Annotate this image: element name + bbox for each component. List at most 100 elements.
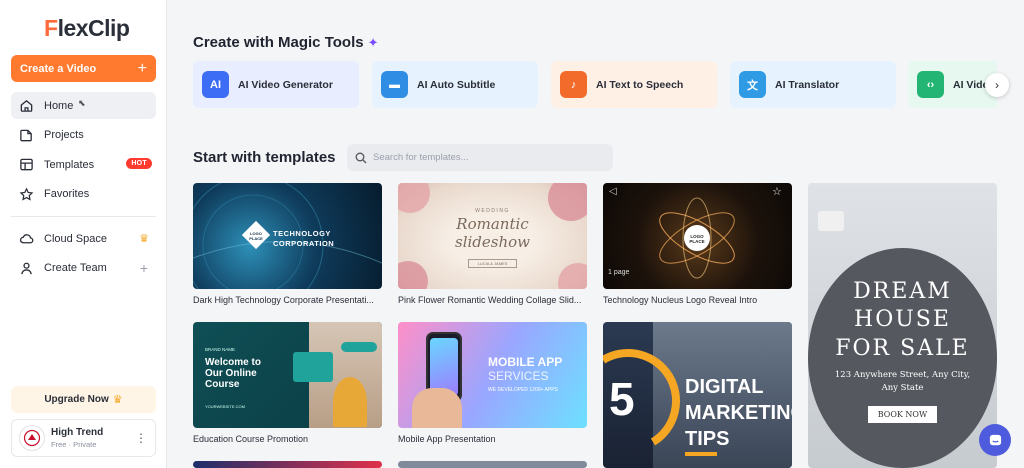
avatar bbox=[19, 425, 45, 451]
cloud-icon bbox=[18, 231, 34, 247]
tool-label: AI Text to Speech bbox=[596, 78, 684, 91]
overlay-line: BRAND NAME bbox=[205, 347, 236, 352]
favorite-star-icon[interactable]: ☆ bbox=[772, 185, 782, 198]
overlay-line: SERVICES bbox=[488, 369, 549, 383]
speech-icon: ♪ bbox=[560, 71, 587, 98]
book-graphic bbox=[293, 352, 333, 382]
template-card-digital-marketing[interactable]: 5 DIGITAL MARKETING TIPS bbox=[603, 322, 792, 468]
tool-ai-video-generator[interactable]: AI AI Video Generator bbox=[193, 61, 359, 108]
user-plan: Free · Private bbox=[51, 440, 97, 449]
template-card-dream-house[interactable]: DREAM HOUSE FOR SALE 123 Anywhere Street… bbox=[808, 183, 997, 468]
upgrade-now-button[interactable]: Upgrade Now ♛ bbox=[11, 386, 156, 413]
secondary-nav: Cloud Space ♛ Create Team + bbox=[11, 225, 156, 284]
overlay-line: CORPORATION bbox=[273, 239, 335, 248]
template-card-tech-corporate[interactable]: LOGO PLACE TECHNOLOGY CORPORATION bbox=[193, 183, 382, 289]
create-video-button[interactable]: Create a Video + bbox=[11, 55, 156, 82]
hot-badge: HOT bbox=[126, 158, 152, 169]
tool-label: AI Video Generator bbox=[238, 78, 333, 91]
sidebar-item-label: Templates bbox=[44, 158, 95, 171]
flexclip-logo[interactable]: FlexClip bbox=[44, 15, 130, 42]
overlay-line: TECHNOLOGY bbox=[273, 229, 331, 238]
overlay-address: 123 Anywhere Street, Any City, Any State bbox=[834, 370, 971, 393]
star-icon bbox=[18, 186, 34, 202]
home-icon bbox=[18, 98, 34, 114]
plus-icon: + bbox=[137, 59, 147, 77]
template-caption[interactable]: Technology Nucleus Logo Reveal Intro bbox=[603, 295, 792, 305]
tool-ai-auto-subtitle[interactable]: ▬ AI Auto Subtitle bbox=[372, 61, 538, 108]
lamp-decoration bbox=[818, 211, 844, 231]
logo-text: lexClip bbox=[57, 15, 130, 41]
overlay-line: LUCIA & JAMES bbox=[468, 259, 517, 268]
sidebar-item-projects[interactable]: Projects bbox=[11, 122, 156, 149]
plus-icon[interactable]: + bbox=[140, 260, 148, 276]
user-info: High Trend Free · Private bbox=[51, 427, 103, 449]
tool-ai-video-partial[interactable]: ‹› AI Vide bbox=[908, 61, 997, 108]
overlay-line: Course bbox=[205, 379, 240, 390]
tool-label: AI Vide bbox=[953, 78, 989, 91]
template-caption[interactable]: Mobile App Presentation bbox=[398, 434, 587, 444]
tool-ai-translator[interactable]: 文 AI Translator bbox=[730, 61, 896, 108]
search-input[interactable] bbox=[373, 152, 603, 163]
volume-icon[interactable]: ◁ bbox=[609, 186, 617, 197]
crown-icon: ♛ bbox=[139, 233, 149, 245]
tool-ai-text-to-speech[interactable]: ♪ AI Text to Speech bbox=[551, 61, 717, 108]
sidebar-item-cloud-space[interactable]: Cloud Space ♛ bbox=[11, 225, 156, 252]
sidebar-item-favorites[interactable]: Favorites bbox=[11, 181, 156, 208]
sidebar-item-label: Projects bbox=[44, 129, 84, 141]
cursor-pointer-icon: ⬉ bbox=[78, 98, 86, 108]
overlay-line: slideshow bbox=[455, 233, 530, 251]
user-account-card[interactable]: High Trend Free · Private ⋮ bbox=[11, 419, 156, 457]
team-icon bbox=[18, 260, 34, 276]
sidebar-divider bbox=[11, 216, 156, 217]
sidebar-item-label: Cloud Space bbox=[44, 232, 107, 245]
template-card-mobile-app[interactable]: MOBILE APP SERVICES WE DEVELOPED 1200+ A… bbox=[398, 322, 587, 428]
template-card-partial[interactable] bbox=[398, 461, 587, 468]
magic-wand-icon: ✦ bbox=[367, 35, 379, 50]
template-search[interactable] bbox=[347, 144, 613, 171]
templates-icon bbox=[18, 157, 34, 173]
subtitle-icon: ▬ bbox=[381, 71, 408, 98]
translate-icon: 文 bbox=[739, 71, 766, 98]
magic-tools-title: Create with Magic Tools ✦ bbox=[193, 34, 379, 51]
more-options-icon[interactable]: ⋮ bbox=[135, 431, 147, 445]
magic-tools-title-text: Create with Magic Tools bbox=[193, 34, 364, 51]
template-card-partial[interactable] bbox=[193, 461, 382, 468]
template-caption[interactable]: Pink Flower Romantic Wedding Collage Sli… bbox=[398, 295, 587, 305]
tool-label: AI Translator bbox=[775, 78, 840, 91]
template-card-wedding[interactable]: WEDDING Romantic slideshow LUCIA & JAMES bbox=[398, 183, 587, 289]
overlay-line: Romantic bbox=[456, 215, 529, 233]
code-icon: ‹› bbox=[917, 71, 944, 98]
templates-title: Start with templates bbox=[193, 149, 336, 166]
template-caption[interactable]: Dark High Technology Corporate Presentat… bbox=[193, 295, 382, 305]
logo-letter: F bbox=[44, 15, 58, 41]
sidebar-item-templates[interactable]: Templates HOT bbox=[11, 151, 156, 178]
book-now-label: BOOK NOW bbox=[868, 406, 937, 423]
upgrade-label: Upgrade Now bbox=[44, 394, 109, 405]
overlay-line: MOBILE APP bbox=[488, 355, 563, 369]
overlay-line: HOUSE bbox=[854, 307, 951, 332]
chevron-right-icon[interactable]: › bbox=[985, 73, 1009, 97]
sidebar-item-label: Favorites bbox=[44, 188, 90, 200]
sidebar-item-label: Create Team bbox=[44, 262, 107, 274]
folder-icon bbox=[18, 127, 34, 143]
app-root: FlexClip Create a Video + Home ⬉ Project… bbox=[0, 0, 1024, 468]
overlay-line: TIPS bbox=[685, 428, 730, 450]
sidebar-item-home[interactable]: Home ⬉ bbox=[11, 92, 156, 119]
underline-accent bbox=[685, 452, 717, 456]
overlay-line: Our Online bbox=[205, 368, 257, 379]
sidebar: FlexClip Create a Video + Home ⬉ Project… bbox=[0, 0, 167, 468]
template-card-nucleus[interactable]: LOGO PLACE ◁ ☆ 1 page bbox=[603, 183, 792, 289]
create-video-label: Create a Video bbox=[20, 62, 97, 75]
person-photo-2 bbox=[333, 377, 367, 427]
user-name: High Trend bbox=[51, 427, 104, 438]
template-card-education[interactable]: BRAND NAME Welcome to Our Online Course … bbox=[193, 322, 382, 428]
overlay-line: WEDDING bbox=[475, 208, 510, 214]
flower-decoration bbox=[398, 261, 428, 289]
sidebar-item-create-team[interactable]: Create Team + bbox=[11, 255, 156, 282]
template-caption[interactable]: Education Course Promotion bbox=[193, 434, 382, 444]
logo-placeholder-text: LOGO PLACE bbox=[689, 234, 705, 244]
chat-support-button[interactable] bbox=[979, 424, 1011, 456]
overlay-line: DREAM bbox=[853, 279, 952, 304]
overlay-line: FOR SALE bbox=[835, 336, 970, 361]
overlay-line: Welcome to bbox=[205, 357, 261, 368]
